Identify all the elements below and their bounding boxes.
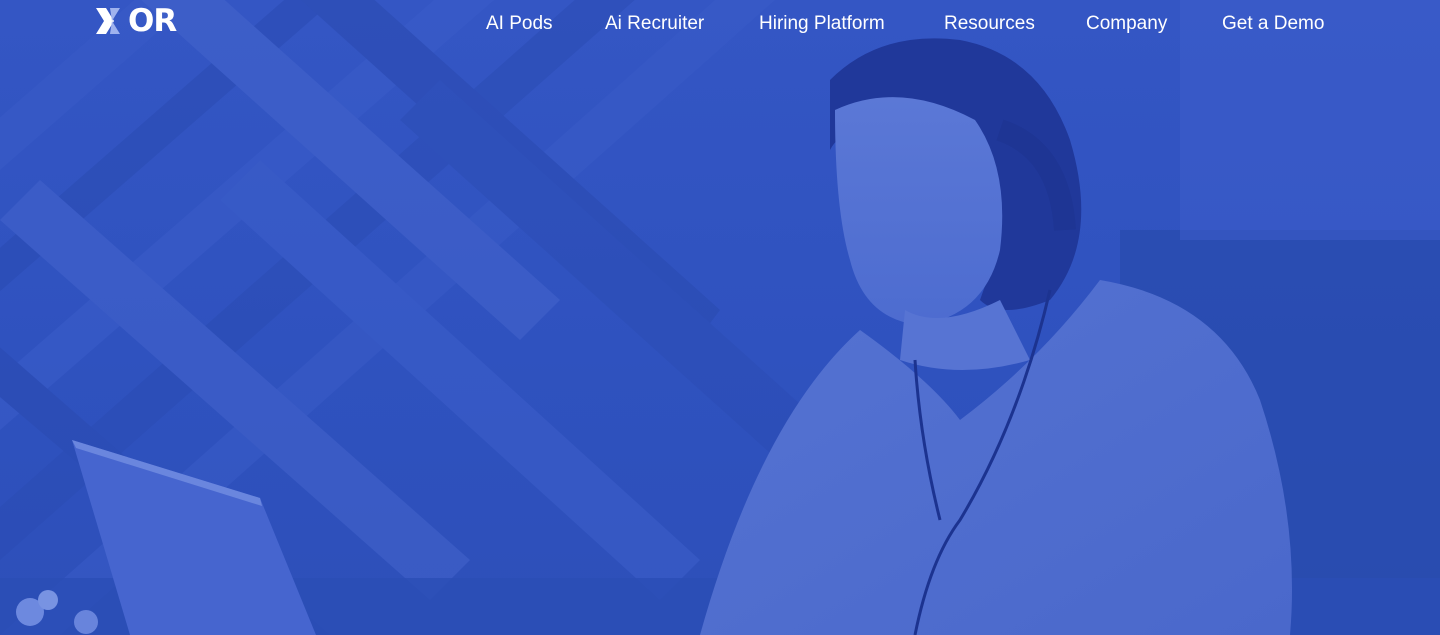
main-menu: AI Pods Ai Recruiter Hiring Platform Res… (0, 12, 1440, 38)
nav-item-get-a-demo[interactable]: Get a Demo (1222, 12, 1324, 36)
hero-background-image (0, 0, 1440, 635)
nav-item-ai-recruiter[interactable]: Ai Recruiter (605, 12, 704, 36)
nav-item-hiring-platform[interactable]: Hiring Platform (759, 12, 885, 36)
top-navigation: OR AI Pods Ai Recruiter Hiring Platform … (0, 0, 1440, 48)
nav-item-company[interactable]: Company (1086, 12, 1167, 36)
nav-item-ai-pods[interactable]: AI Pods (486, 12, 553, 36)
hero-section: OR AI Pods Ai Recruiter Hiring Platform … (0, 0, 1440, 635)
nav-item-resources[interactable]: Resources (944, 12, 1035, 36)
